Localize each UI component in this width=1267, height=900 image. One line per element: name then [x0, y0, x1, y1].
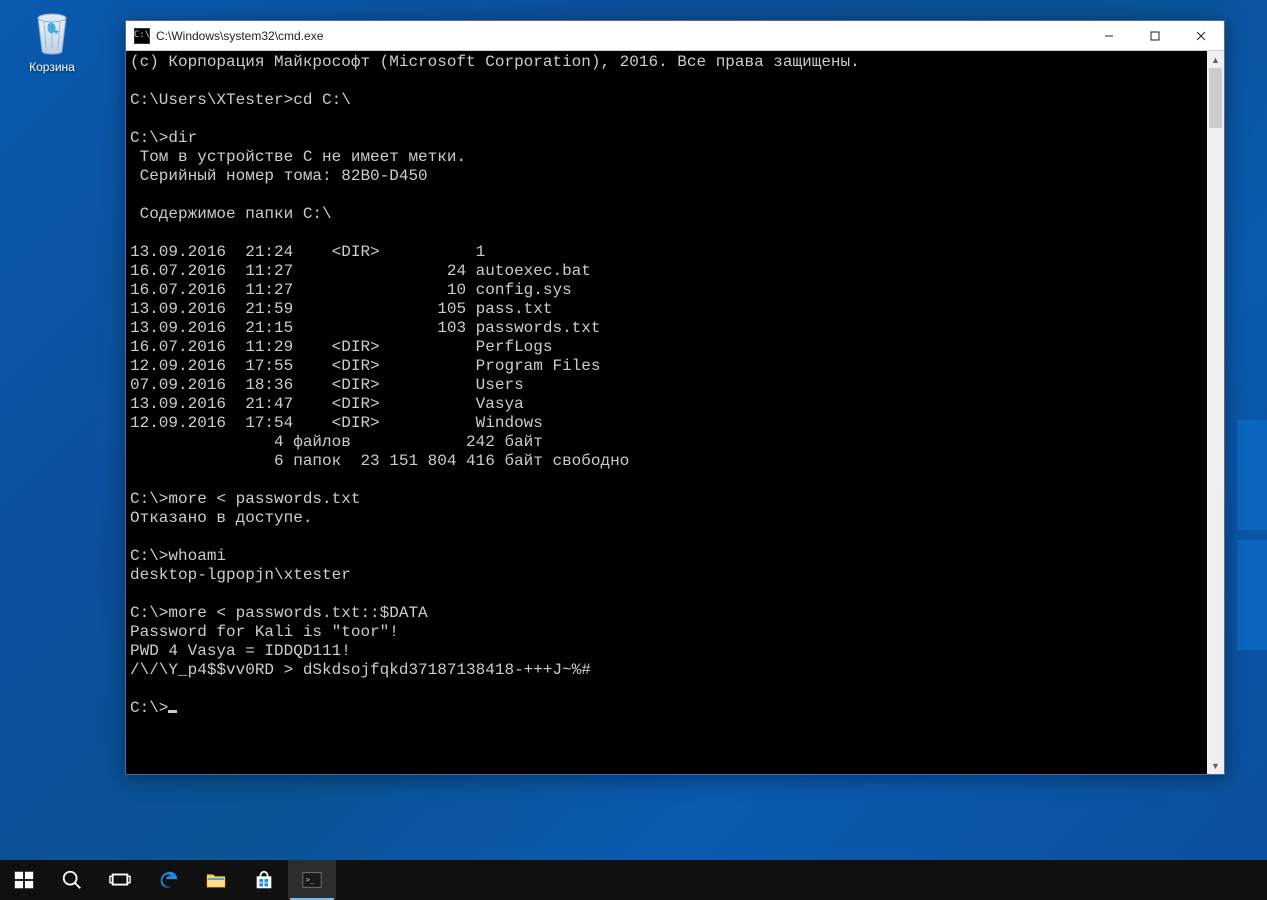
console-area: (c) Корпорация Майкрософт (Microsoft Cor… [126, 51, 1224, 774]
taskbar: >_ [0, 860, 1267, 900]
scrollbar-track[interactable] [1207, 68, 1224, 757]
scroll-down-arrow[interactable]: ▼ [1207, 757, 1224, 774]
wallpaper-accent [1237, 420, 1267, 530]
recycle-bin-label: Корзина [14, 60, 90, 74]
cmd-taskbar-button[interactable]: >_ [288, 860, 336, 900]
titlebar[interactable]: C:\ C:\Windows\system32\cmd.exe [126, 21, 1224, 51]
cmd-window: C:\ C:\Windows\system32\cmd.exe (c) Корп… [125, 20, 1225, 775]
close-button[interactable] [1178, 21, 1224, 51]
text-cursor [168, 710, 177, 713]
windows-logo-icon [13, 869, 35, 891]
vertical-scrollbar[interactable]: ▲ ▼ [1207, 51, 1224, 774]
search-button[interactable] [48, 860, 96, 900]
task-view-button[interactable] [96, 860, 144, 900]
store-button[interactable] [240, 860, 288, 900]
console-output[interactable]: (c) Корпорация Майкрософт (Microsoft Cor… [126, 51, 1207, 774]
store-icon [253, 869, 275, 891]
cmd-title-icon: C:\ [134, 28, 150, 44]
scroll-up-arrow[interactable]: ▲ [1207, 51, 1224, 68]
scrollbar-thumb[interactable] [1209, 68, 1222, 128]
file-explorer-button[interactable] [192, 860, 240, 900]
cmd-icon: >_ [301, 869, 323, 891]
recycle-bin-icon [28, 6, 76, 56]
maximize-button[interactable] [1132, 21, 1178, 51]
recycle-bin[interactable]: Корзина [14, 6, 90, 74]
taskbar-spacer [336, 860, 1267, 900]
wallpaper-accent [1237, 540, 1267, 650]
file-explorer-icon [205, 869, 227, 891]
desktop: Корзина C:\ C:\Windows\system32\cmd.exe … [0, 0, 1267, 900]
window-title: C:\Windows\system32\cmd.exe [156, 29, 323, 43]
edge-icon [157, 869, 179, 891]
edge-button[interactable] [144, 860, 192, 900]
start-button[interactable] [0, 860, 48, 900]
search-icon [61, 869, 83, 891]
minimize-button[interactable] [1086, 21, 1132, 51]
task-view-icon [109, 869, 131, 891]
svg-text:>_: >_ [306, 875, 315, 884]
